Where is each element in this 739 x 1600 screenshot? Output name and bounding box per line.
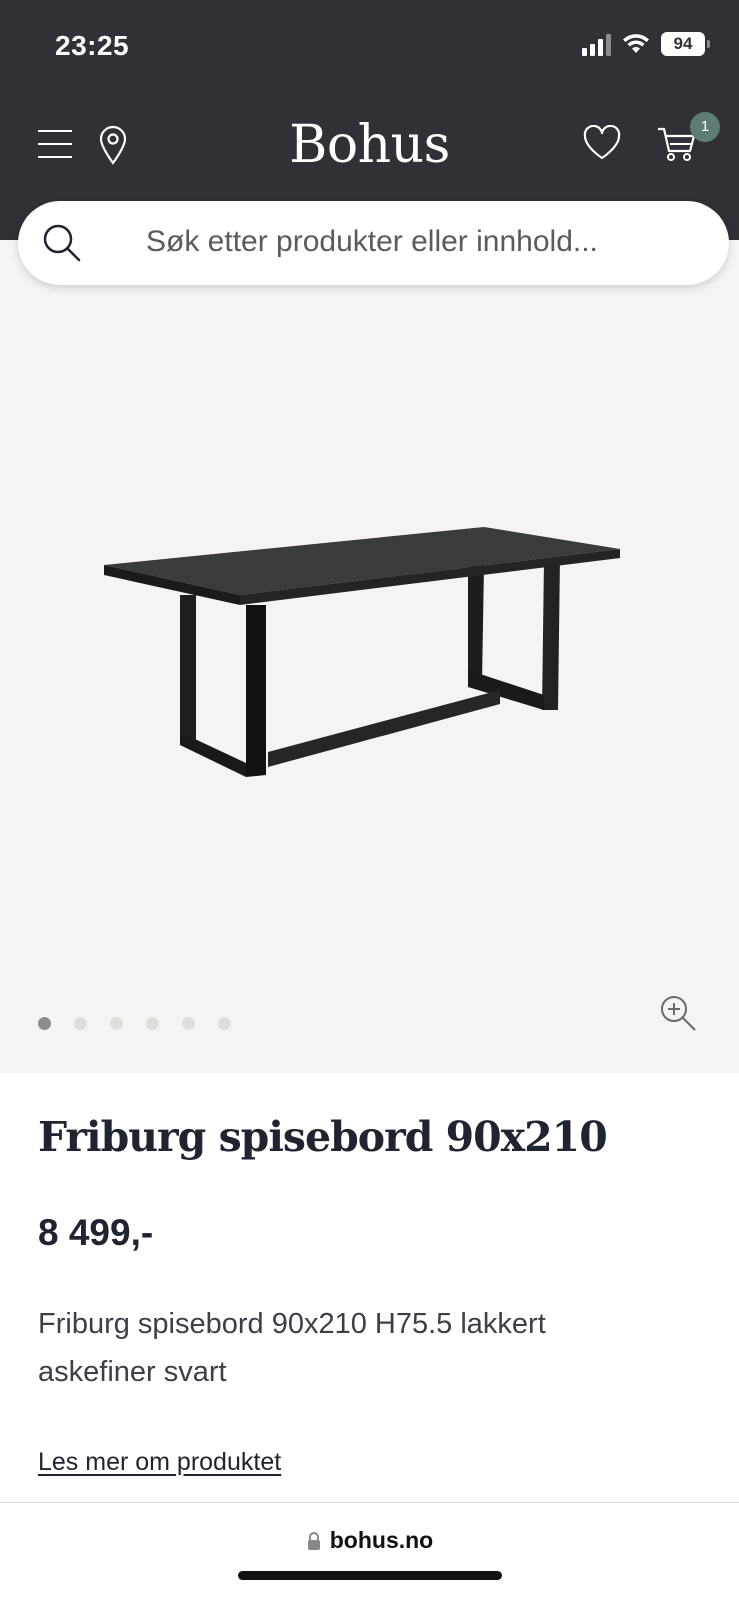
search-icon <box>43 224 81 262</box>
cart-count-badge: 1 <box>690 112 720 142</box>
browser-address-bar: bohus.no <box>0 1502 739 1600</box>
read-more-link[interactable]: Les mer om produktet <box>38 1448 281 1477</box>
bohus-logo[interactable]: Bohus <box>0 115 739 175</box>
gallery-dot-6[interactable] <box>218 1017 231 1030</box>
lock-icon <box>307 1531 320 1550</box>
gallery-dot-1[interactable] <box>38 1017 51 1030</box>
search-placeholder: Søk etter produkter eller innhold... <box>146 225 598 258</box>
status-indicators: 94 <box>582 32 710 56</box>
product-description: Friburg spisebord 90x210 H75.5 lakkert a… <box>38 1308 546 1388</box>
status-bar: 23:25 94 <box>0 0 739 95</box>
gallery-dot-4[interactable] <box>146 1017 159 1030</box>
zoom-in-icon[interactable] <box>658 993 698 1033</box>
url-text: bohus.no <box>329 1527 434 1553</box>
gallery-dot-2[interactable] <box>74 1017 87 1030</box>
gallery-dot-5[interactable] <box>182 1017 195 1030</box>
home-indicator[interactable] <box>238 1571 502 1580</box>
wishlist-heart-icon[interactable] <box>582 125 622 161</box>
product-price: 8 499,- <box>38 1212 154 1253</box>
search-input[interactable]: Søk etter produkter eller innhold... <box>18 201 729 285</box>
status-time: 23:25 <box>55 30 130 61</box>
cellular-signal-icon <box>582 32 611 56</box>
product-image-table[interactable] <box>100 285 640 810</box>
wifi-icon <box>623 34 649 53</box>
product-title: Friburg spisebord 90x210 <box>38 1113 608 1161</box>
gallery-dot-3[interactable] <box>110 1017 123 1030</box>
url-field[interactable]: bohus.no <box>0 1527 739 1554</box>
battery-indicator: 94 <box>661 32 710 56</box>
gallery-pagination <box>38 1017 231 1030</box>
